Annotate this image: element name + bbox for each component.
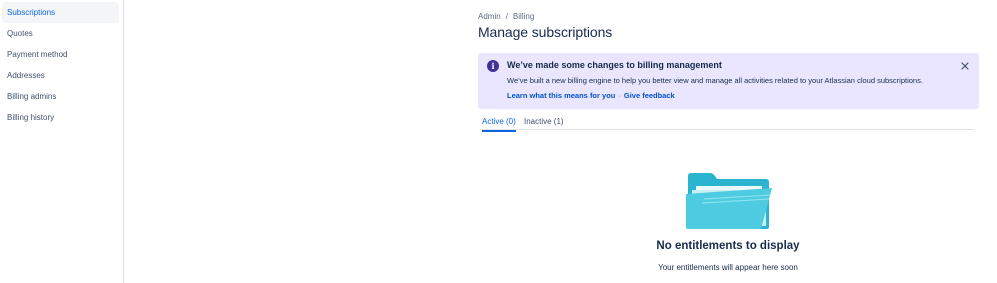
subscription-tabs: Active (0) Inactive (1) — [482, 115, 974, 132]
page-title: Manage subscriptions — [478, 24, 613, 40]
learn-more-link[interactable]: Learn what this means for you — [507, 91, 615, 100]
tab-active[interactable]: Active (0) — [482, 117, 516, 132]
banner-title: We’ve made some changes to billing manag… — [507, 60, 722, 70]
folder-icon — [686, 172, 772, 235]
give-feedback-link[interactable]: Give feedback — [624, 91, 675, 100]
info-banner: i We’ve made some changes to billing man… — [478, 53, 979, 109]
close-icon-glyph — [961, 62, 969, 70]
breadcrumb-admin[interactable]: Admin — [478, 12, 501, 21]
billing-app: Subscriptions Quotes Payment method Addr… — [0, 0, 997, 283]
breadcrumb-separator: / — [505, 12, 508, 21]
sidebar-item-payment-method[interactable]: Payment method — [2, 44, 119, 65]
empty-state-title: No entitlements to display — [656, 240, 800, 252]
info-icon: i — [487, 60, 499, 72]
sidebar-nav: Subscriptions Quotes Payment method Addr… — [0, 0, 123, 128]
sidebar-item-billing-history[interactable]: Billing history — [2, 107, 119, 128]
sidebar: Subscriptions Quotes Payment method Addr… — [0, 0, 124, 283]
tab-inactive[interactable]: Inactive (1) — [524, 117, 564, 131]
breadcrumb: Admin / Billing — [478, 12, 534, 21]
sidebar-item-billing-admins[interactable]: Billing admins — [2, 86, 119, 107]
empty-state-subtitle: Your entitlements will appear here soon — [658, 263, 798, 272]
sidebar-item-subscriptions[interactable]: Subscriptions — [2, 2, 119, 23]
sidebar-item-addresses[interactable]: Addresses — [2, 65, 119, 86]
link-separator: · — [618, 91, 621, 100]
close-icon[interactable] — [959, 60, 971, 72]
sidebar-item-quotes[interactable]: Quotes — [2, 23, 119, 44]
breadcrumb-billing[interactable]: Billing — [513, 12, 534, 21]
banner-links: Learn what this means for you · Give feedb… — [507, 91, 675, 100]
banner-body: We’ve built a new billing engine to help… — [507, 76, 923, 85]
